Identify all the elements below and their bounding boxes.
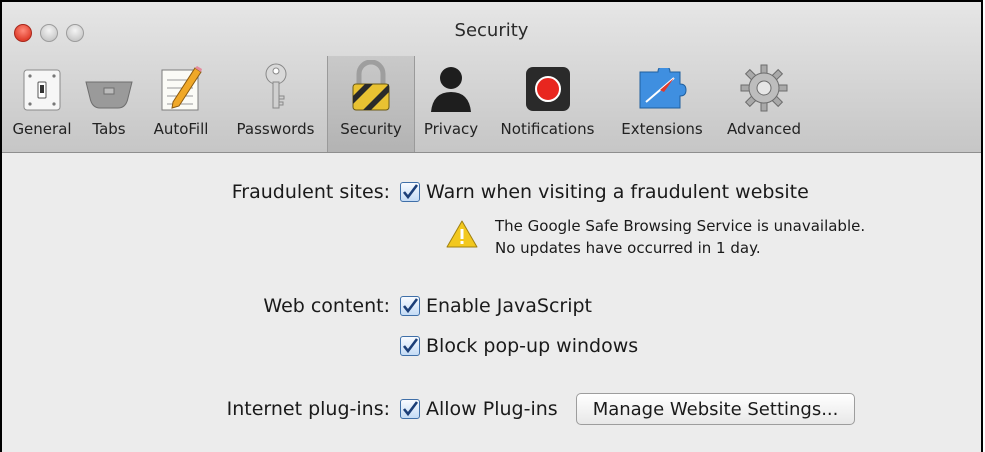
web-content-label: Web content: [263, 295, 390, 317]
plugins-row: Internet plug-ins: Allow Plug-ins Manage… [2, 393, 856, 425]
pencil-form-icon [138, 56, 224, 114]
tab-notifications[interactable]: Notifications [487, 56, 608, 152]
checkmark-icon [402, 338, 419, 354]
toolbar: Security General Tabs AutoFill Passwords… [2, 2, 981, 153]
popup-option-label[interactable]: Block pop-up windows [426, 335, 638, 357]
tab-label: Tabs [92, 120, 126, 138]
fraud-option-label[interactable]: Warn when visiting a fraudulent website [426, 181, 809, 203]
popup-checkbox[interactable] [400, 336, 420, 356]
gear-icon [716, 56, 812, 114]
manage-website-settings-button[interactable]: Manage Website Settings... [575, 393, 856, 425]
warning-line-2: No updates have occurred in 1 day. [495, 239, 761, 257]
fraud-label: Fraudulent sites: [231, 181, 390, 203]
tab-general[interactable]: General [4, 56, 80, 152]
tab-privacy[interactable]: Privacy [415, 56, 487, 152]
window-title: Security [454, 20, 529, 41]
tab-label: AutoFill [153, 120, 209, 138]
tab-label: Privacy [423, 120, 479, 138]
checkmark-icon [402, 298, 419, 314]
puzzle-compass-icon [608, 56, 716, 114]
checkmark-icon [402, 184, 419, 200]
tab-label: Extensions [621, 120, 703, 138]
plugins-checkbox[interactable] [400, 399, 420, 419]
fraud-row: Fraudulent sites: Warn when visiting a f… [2, 181, 809, 203]
warning-line-1: The Google Safe Browsing Service is unav… [495, 217, 866, 235]
checkmark-icon [402, 401, 419, 417]
tab-autofill[interactable]: AutoFill [138, 56, 224, 152]
tab-label: Notifications [500, 120, 595, 138]
key-icon [224, 56, 327, 114]
tab-label: Passwords [236, 120, 315, 138]
javascript-checkbox[interactable] [400, 296, 420, 316]
padlock-icon [328, 56, 414, 114]
plugins-option-label[interactable]: Allow Plug-ins [426, 398, 558, 420]
tabs-icon [80, 56, 138, 114]
tab-extensions[interactable]: Extensions [608, 56, 716, 152]
tab-security[interactable]: Security [327, 56, 415, 152]
tab-advanced[interactable]: Advanced [716, 56, 812, 152]
popup-row: Block pop-up windows [390, 335, 638, 357]
warning-icon [446, 219, 478, 253]
tab-tabs[interactable]: Tabs [80, 56, 138, 152]
preferences-window: Security General Tabs AutoFill Passwords… [0, 0, 983, 452]
javascript-option-label[interactable]: Enable JavaScript [426, 295, 592, 317]
safe-browsing-warning: The Google Safe Browsing Service is unav… [495, 215, 865, 259]
tab-label: General [12, 120, 72, 138]
tab-passwords[interactable]: Passwords [224, 56, 327, 152]
security-pane: Fraudulent sites: Warn when visiting a f… [2, 153, 981, 452]
person-silhouette-icon [415, 56, 487, 114]
preference-tabs: General Tabs AutoFill Passwords Security… [4, 56, 812, 152]
web-content-row: Web content: Enable JavaScript [2, 295, 592, 317]
record-dot-icon [487, 56, 608, 114]
fraud-checkbox[interactable] [400, 182, 420, 202]
tab-label: Security [340, 120, 402, 138]
light-switch-icon [4, 56, 80, 114]
plugins-label: Internet plug-ins: [226, 398, 390, 420]
tab-label: Advanced [726, 120, 802, 138]
